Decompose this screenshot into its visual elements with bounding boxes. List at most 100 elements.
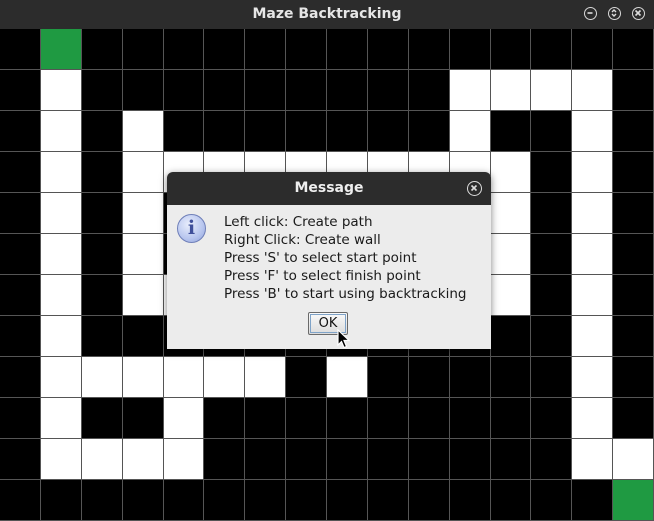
maze-wall-cell[interactable] (123, 398, 164, 439)
maze-wall-cell[interactable] (368, 70, 409, 111)
maze-path-cell[interactable] (572, 357, 613, 398)
maze-path-cell[interactable] (613, 439, 654, 480)
maze-path-cell[interactable] (491, 234, 531, 275)
maze-wall-cell[interactable] (82, 193, 123, 234)
maze-wall-cell[interactable] (450, 439, 491, 480)
maze-wall-cell[interactable] (0, 398, 41, 439)
maze-wall-cell[interactable] (409, 111, 450, 152)
maze-endpoint-cell[interactable] (613, 480, 654, 521)
maze-wall-cell[interactable] (82, 111, 123, 152)
maze-wall-cell[interactable] (123, 29, 164, 70)
maze-wall-cell[interactable] (204, 480, 245, 521)
maze-path-cell[interactable] (123, 439, 164, 480)
maze-wall-cell[interactable] (0, 439, 41, 480)
maze-wall-cell[interactable] (491, 398, 531, 439)
maximize-icon[interactable] (608, 7, 621, 20)
maze-wall-cell[interactable] (82, 152, 123, 193)
maze-path-cell[interactable] (123, 357, 164, 398)
maze-wall-cell[interactable] (450, 398, 491, 439)
maze-path-cell[interactable] (123, 275, 164, 316)
maze-wall-cell[interactable] (531, 398, 572, 439)
maze-wall-cell[interactable] (531, 316, 572, 357)
maze-path-cell[interactable] (327, 357, 368, 398)
maze-wall-cell[interactable] (368, 480, 409, 521)
maze-wall-cell[interactable] (531, 234, 572, 275)
maze-path-cell[interactable] (41, 357, 82, 398)
maze-wall-cell[interactable] (0, 480, 41, 521)
maze-wall-cell[interactable] (531, 29, 572, 70)
maze-wall-cell[interactable] (245, 111, 286, 152)
maze-endpoint-cell[interactable] (41, 29, 82, 70)
maze-wall-cell[interactable] (245, 29, 286, 70)
maze-wall-cell[interactable] (450, 29, 491, 70)
maze-path-cell[interactable] (531, 70, 572, 111)
maze-wall-cell[interactable] (123, 480, 164, 521)
maze-wall-cell[interactable] (531, 152, 572, 193)
maze-wall-cell[interactable] (123, 316, 164, 357)
maze-wall-cell[interactable] (204, 111, 245, 152)
maze-wall-cell[interactable] (613, 111, 654, 152)
maze-path-cell[interactable] (572, 70, 613, 111)
maze-wall-cell[interactable] (368, 398, 409, 439)
maze-wall-cell[interactable] (572, 480, 613, 521)
maze-wall-cell[interactable] (409, 398, 450, 439)
maze-wall-cell[interactable] (613, 316, 654, 357)
maze-wall-cell[interactable] (491, 111, 531, 152)
maze-wall-cell[interactable] (0, 234, 41, 275)
maze-wall-cell[interactable] (613, 275, 654, 316)
maze-path-cell[interactable] (572, 439, 613, 480)
maze-path-cell[interactable] (41, 275, 82, 316)
maze-wall-cell[interactable] (82, 480, 123, 521)
maze-wall-cell[interactable] (327, 111, 368, 152)
maze-wall-cell[interactable] (286, 111, 327, 152)
maze-wall-cell[interactable] (204, 29, 245, 70)
maze-wall-cell[interactable] (0, 152, 41, 193)
maze-path-cell[interactable] (164, 398, 204, 439)
maze-wall-cell[interactable] (613, 357, 654, 398)
maze-wall-cell[interactable] (491, 480, 531, 521)
maze-path-cell[interactable] (41, 316, 82, 357)
maze-path-cell[interactable] (82, 357, 123, 398)
maze-wall-cell[interactable] (204, 398, 245, 439)
maze-path-cell[interactable] (41, 70, 82, 111)
maze-wall-cell[interactable] (245, 398, 286, 439)
maze-wall-cell[interactable] (286, 70, 327, 111)
maze-wall-cell[interactable] (613, 234, 654, 275)
maze-path-cell[interactable] (41, 398, 82, 439)
maze-path-cell[interactable] (164, 439, 204, 480)
maze-wall-cell[interactable] (286, 29, 327, 70)
maze-wall-cell[interactable] (368, 111, 409, 152)
maze-path-cell[interactable] (572, 111, 613, 152)
maze-wall-cell[interactable] (245, 439, 286, 480)
maze-path-cell[interactable] (41, 152, 82, 193)
maze-wall-cell[interactable] (245, 70, 286, 111)
maze-path-cell[interactable] (164, 357, 204, 398)
maze-path-cell[interactable] (41, 193, 82, 234)
maze-wall-cell[interactable] (613, 193, 654, 234)
maze-wall-cell[interactable] (286, 439, 327, 480)
maze-wall-cell[interactable] (82, 29, 123, 70)
maze-wall-cell[interactable] (0, 357, 41, 398)
maze-wall-cell[interactable] (82, 70, 123, 111)
maze-path-cell[interactable] (41, 111, 82, 152)
maze-wall-cell[interactable] (613, 70, 654, 111)
maze-wall-cell[interactable] (531, 480, 572, 521)
maze-wall-cell[interactable] (164, 480, 204, 521)
maze-wall-cell[interactable] (82, 316, 123, 357)
maze-wall-cell[interactable] (613, 29, 654, 70)
maze-wall-cell[interactable] (368, 29, 409, 70)
maze-path-cell[interactable] (450, 70, 491, 111)
maze-wall-cell[interactable] (327, 439, 368, 480)
maze-path-cell[interactable] (572, 152, 613, 193)
maze-path-cell[interactable] (572, 316, 613, 357)
maze-wall-cell[interactable] (164, 29, 204, 70)
maze-wall-cell[interactable] (491, 357, 531, 398)
close-icon[interactable] (632, 7, 645, 20)
maze-path-cell[interactable] (491, 70, 531, 111)
maze-wall-cell[interactable] (409, 29, 450, 70)
maze-wall-cell[interactable] (409, 70, 450, 111)
maze-wall-cell[interactable] (409, 357, 450, 398)
maze-wall-cell[interactable] (531, 275, 572, 316)
maze-wall-cell[interactable] (531, 111, 572, 152)
maze-path-cell[interactable] (41, 439, 82, 480)
